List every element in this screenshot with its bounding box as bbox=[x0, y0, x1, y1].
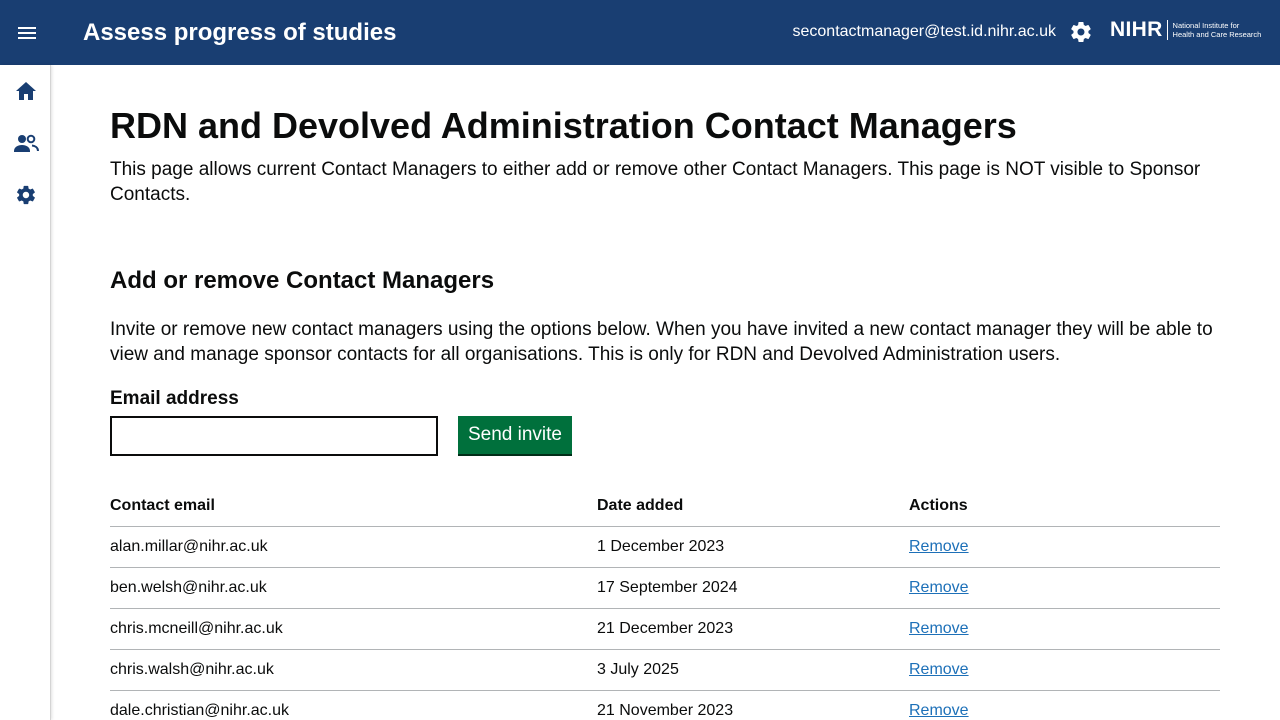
sidebar bbox=[0, 65, 51, 720]
table-header-row: Contact email Date added Actions bbox=[110, 485, 1220, 527]
remove-link[interactable]: Remove bbox=[909, 579, 969, 596]
column-header-contact-email: Contact email bbox=[110, 496, 215, 514]
logo-sub: National Institute for Health and Care R… bbox=[1173, 21, 1262, 39]
email-label: Email address bbox=[110, 388, 239, 409]
remove-link[interactable]: Remove bbox=[909, 702, 969, 719]
cell-email: ben.welsh@nihr.ac.uk bbox=[110, 579, 267, 596]
gear-icon[interactable] bbox=[1069, 20, 1093, 44]
table-row: chris.walsh@nihr.ac.uk 3 July 2025 Remov… bbox=[110, 650, 1220, 691]
top-header: Assess progress of studies secontactmana… bbox=[0, 0, 1280, 65]
cell-date: 17 September 2024 bbox=[597, 579, 738, 596]
section-text: Invite or remove new contact managers us… bbox=[110, 319, 1213, 365]
app-title[interactable]: Assess progress of studies bbox=[83, 17, 396, 49]
user-email: secontactmanager@test.id.nihr.ac.uk bbox=[792, 23, 1057, 40]
section-title: Add or remove Contact Managers bbox=[110, 267, 495, 294]
email-input[interactable] bbox=[110, 416, 438, 456]
logo-sub-line1: National Institute for bbox=[1172, 21, 1240, 30]
cell-email: chris.walsh@nihr.ac.uk bbox=[110, 661, 274, 678]
send-invite-button[interactable]: Send invite bbox=[458, 416, 572, 456]
remove-link[interactable]: Remove bbox=[909, 661, 969, 678]
logo-divider bbox=[1166, 20, 1168, 40]
remove-link[interactable]: Remove bbox=[909, 620, 969, 637]
home-icon[interactable] bbox=[13, 78, 39, 104]
people-icon[interactable] bbox=[13, 130, 39, 156]
contact-managers-table: Contact email Date added Actions alan.mi… bbox=[110, 485, 1220, 720]
table-row: ben.welsh@nihr.ac.uk 17 September 2024 R… bbox=[110, 568, 1220, 609]
column-header-actions: Actions bbox=[909, 496, 968, 514]
cell-email: chris.mcneill@nihr.ac.uk bbox=[110, 620, 283, 637]
cell-email: dale.christian@nihr.ac.uk bbox=[110, 702, 289, 719]
cell-date: 21 November 2023 bbox=[597, 702, 734, 719]
gear-icon[interactable] bbox=[13, 182, 39, 208]
table-row: alan.millar@nihr.ac.uk 1 December 2023 R… bbox=[110, 527, 1220, 568]
column-header-date-added: Date added bbox=[597, 496, 684, 514]
page-title: RDN and Devolved Administration Contact … bbox=[110, 105, 1017, 146]
cell-date: 1 December 2023 bbox=[597, 538, 725, 555]
table-row: dale.christian@nihr.ac.uk 21 November 20… bbox=[110, 691, 1220, 720]
table-row: chris.mcneill@nihr.ac.uk 21 December 202… bbox=[110, 609, 1220, 650]
remove-link[interactable]: Remove bbox=[909, 538, 969, 555]
menu-icon[interactable] bbox=[10, 17, 44, 49]
cell-date: 21 December 2023 bbox=[597, 620, 734, 637]
cell-date: 3 July 2025 bbox=[597, 661, 679, 678]
logo-main: NIHR bbox=[1110, 18, 1163, 41]
nihr-logo: NIHR National Institute for Health and C… bbox=[1110, 18, 1261, 42]
intro-text: This page allows current Contact Manager… bbox=[110, 159, 1201, 205]
logo-sub-line2: Health and Care Research bbox=[1172, 30, 1262, 39]
cell-email: alan.millar@nihr.ac.uk bbox=[110, 538, 268, 555]
